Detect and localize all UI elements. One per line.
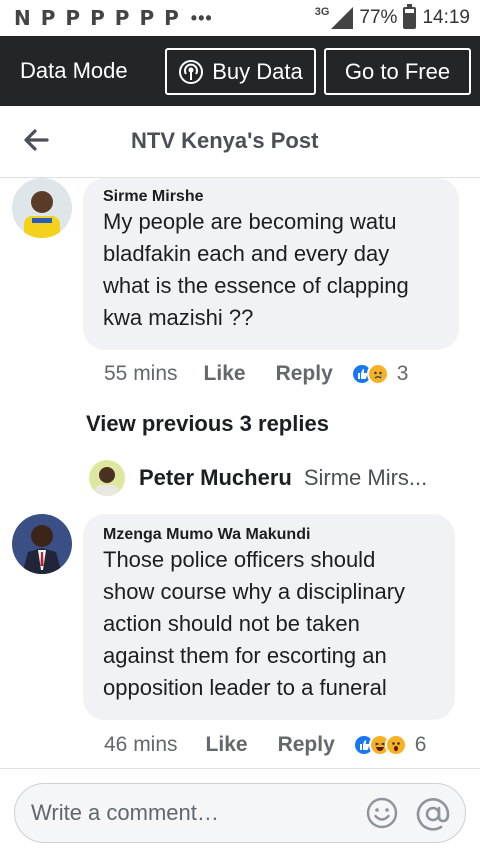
wow-icon bbox=[384, 734, 407, 756]
comment-text: Those police officers should show course… bbox=[103, 544, 455, 704]
reactions-summary[interactable] bbox=[350, 363, 389, 385]
clock: 14:19 bbox=[422, 7, 470, 28]
reply-button[interactable]: Reply bbox=[278, 733, 335, 757]
comment-bubble[interactable]: Sirme Mirshe My people are becoming watu… bbox=[83, 178, 459, 350]
notification-p-icon: P bbox=[65, 6, 81, 30]
notification-p-icon: P bbox=[164, 6, 179, 30]
avatar-image bbox=[12, 514, 72, 574]
reactions-summary[interactable] bbox=[352, 734, 407, 756]
avatar[interactable] bbox=[12, 178, 72, 238]
comment-text-line: bladfakin each and every day bbox=[103, 241, 390, 266]
notification-p-icon: P bbox=[114, 6, 130, 30]
status-bar: N P P P P P P ••• 3G 77% 14:19 bbox=[0, 0, 480, 36]
signal-icon bbox=[331, 7, 354, 29]
comment-time: 55 mins bbox=[104, 362, 178, 385]
back-button[interactable] bbox=[20, 124, 52, 156]
comment-text-line: against them for escorting an bbox=[103, 643, 387, 668]
like-button[interactable]: Like bbox=[204, 362, 246, 386]
comment-time: 46 mins bbox=[104, 733, 178, 756]
comment-text: My people are becoming watu bladfakin ea… bbox=[103, 206, 459, 334]
comment-bubble[interactable]: Mzenga Mumo Wa Makundi Those police offi… bbox=[83, 514, 455, 720]
reply-snippet: Sirme Mirs... bbox=[303, 465, 428, 490]
reply-author[interactable]: Peter Mucheru bbox=[139, 465, 292, 491]
comment-text-line: what is the essence of clapping bbox=[103, 273, 409, 298]
page-title: NTV Kenya's Post bbox=[131, 128, 319, 153]
notification-p-icon: P bbox=[90, 6, 105, 30]
comment-text-line: opposition leader to a funeral bbox=[103, 675, 387, 700]
comment-text-line: Those police officers should bbox=[103, 547, 376, 572]
battery-percent: 77% bbox=[359, 7, 398, 28]
comment-text-line: show course why a disciplinary bbox=[103, 579, 406, 604]
notification-icons: N P P P P P P ••• bbox=[14, 8, 213, 29]
comment-meta: 46 mins Like Reply 6 bbox=[104, 733, 426, 757]
buy-data-button[interactable]: Buy Data bbox=[165, 48, 316, 95]
overflow-icon: ••• bbox=[190, 7, 213, 28]
broadcast-icon bbox=[179, 59, 204, 84]
buy-data-label: Buy Data bbox=[212, 58, 303, 84]
data-mode-bar: Data Mode Buy Data Go to Free bbox=[0, 36, 480, 106]
comment-text-line: action should not be taken bbox=[103, 611, 360, 636]
avatar bbox=[89, 460, 125, 496]
comment-meta: 55 mins Like Reply 3 bbox=[104, 362, 408, 386]
comment-composer-bar bbox=[0, 768, 480, 854]
network-type: 3G bbox=[314, 6, 330, 18]
comment-text-line: kwa mazishi ?? bbox=[103, 305, 254, 330]
data-mode-label: Data Mode bbox=[20, 58, 128, 83]
go-to-free-label: Go to Free bbox=[344, 58, 451, 84]
back-arrow-icon bbox=[24, 129, 49, 151]
reaction-count: 3 bbox=[396, 362, 409, 385]
view-previous-replies-link[interactable]: View previous 3 replies bbox=[86, 411, 329, 437]
reaction-count: 6 bbox=[414, 733, 427, 756]
comment-input[interactable] bbox=[31, 800, 361, 826]
battery-icon bbox=[403, 4, 417, 29]
notification-p-icon: P bbox=[40, 6, 56, 30]
go-to-free-button[interactable]: Go to Free bbox=[324, 48, 471, 95]
comment-text-line: My people are becoming watu bbox=[103, 209, 397, 234]
avatar-image bbox=[89, 460, 125, 496]
sad-icon bbox=[366, 363, 389, 385]
mention-icon[interactable] bbox=[415, 796, 451, 832]
comment-composer[interactable] bbox=[14, 783, 466, 843]
notification-p-icon: P bbox=[139, 6, 155, 30]
post-header: NTV Kenya's Post bbox=[0, 106, 480, 178]
reply-preview[interactable]: Peter Mucheru Sirme Mirs... bbox=[89, 458, 449, 498]
reply-button[interactable]: Reply bbox=[276, 362, 333, 386]
avatar-image bbox=[12, 178, 72, 238]
emoji-icon[interactable] bbox=[365, 796, 399, 830]
comment-author[interactable]: Sirme Mirshe bbox=[103, 188, 459, 206]
comment-author[interactable]: Mzenga Mumo Wa Makundi bbox=[103, 526, 455, 544]
like-button[interactable]: Like bbox=[206, 733, 248, 757]
avatar[interactable] bbox=[12, 514, 72, 574]
notification-n-icon: N bbox=[14, 6, 31, 30]
